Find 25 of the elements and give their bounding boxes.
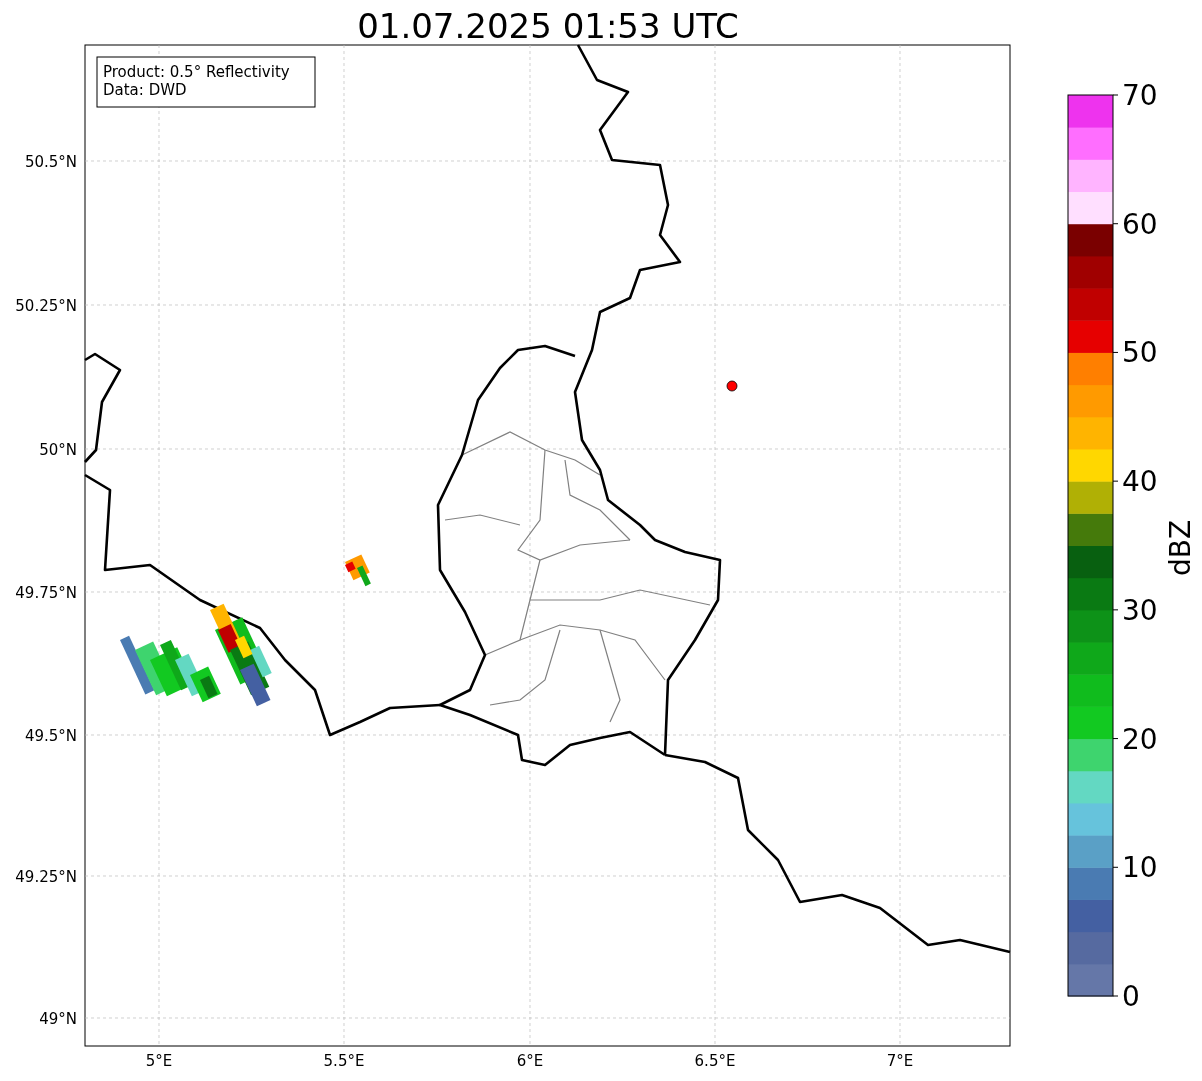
latitude-label: 49.5°N	[24, 727, 77, 745]
colorbar-tick-label: 60	[1122, 207, 1158, 241]
location-marker	[726, 380, 738, 392]
longitude-label: 6°E	[516, 1052, 544, 1070]
colorbar-tick-label: 20	[1122, 722, 1158, 756]
colorbar-label: dBZ	[1164, 519, 1197, 577]
colorbar-tick-label: 50	[1122, 336, 1158, 370]
longitude-label: 7°E	[886, 1052, 914, 1070]
colorbar-tick-label: 30	[1122, 593, 1158, 627]
colorbar-tick-label: 0	[1122, 980, 1140, 1013]
latitude-label: 50°N	[39, 441, 77, 459]
longitude-label: 5.5°E	[323, 1052, 365, 1070]
info-text: Data: DWD	[103, 81, 187, 99]
latitude-label: 50.25°N	[15, 297, 77, 315]
longitude-label: 5°E	[145, 1052, 173, 1070]
latitude-label: 49.75°N	[15, 584, 77, 602]
latitude-label: 49.25°N	[15, 868, 77, 886]
longitude-label: 6.5°E	[694, 1052, 736, 1070]
chart-title: 01.07.2025 01:53 UTC	[357, 6, 739, 46]
latitude-label: 49°N	[39, 1010, 77, 1028]
colorbar-tick-label: 40	[1122, 465, 1158, 499]
info-text: Product: 0.5° Reflectivity	[103, 63, 290, 81]
latitude-label: 50.5°N	[24, 153, 77, 171]
colorbar-tick-label: 10	[1122, 851, 1158, 885]
colorbar-tick-label: 70	[1122, 79, 1158, 112]
